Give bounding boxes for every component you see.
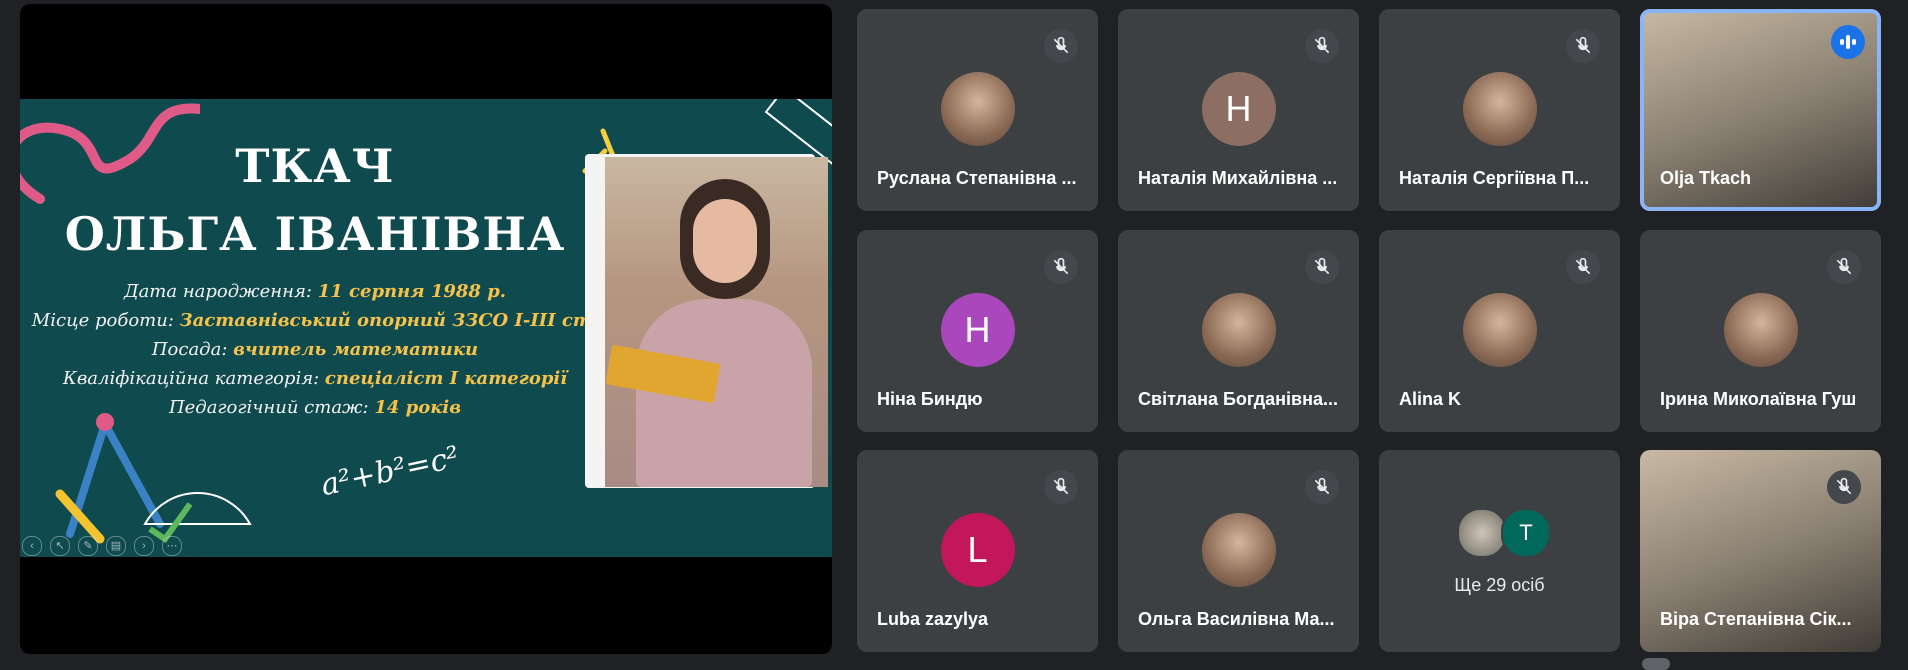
participant-name: Ірина Миколаївна Гуш xyxy=(1660,389,1857,409)
info-value: 11 серпня 1988 р. xyxy=(317,281,507,302)
avatar xyxy=(1462,72,1537,146)
mic-off-icon xyxy=(1566,29,1600,63)
info-value: Заставнівський опорний ЗЗСО І-ІІІ ст. xyxy=(179,310,599,331)
participant-tile[interactable]: Ірина Миколаївна Гуш xyxy=(1640,230,1881,432)
info-label: Посада: xyxy=(151,339,234,360)
next-slide-icon[interactable]: › xyxy=(134,536,154,556)
scroll-indicator[interactable] xyxy=(1642,658,1670,670)
participant-tile[interactable]: Н Ніна Биндю xyxy=(857,230,1098,432)
avatar: T xyxy=(1501,508,1551,558)
info-value: вчитель математики xyxy=(233,339,479,360)
participant-tile[interactable]: Olja Tkach xyxy=(1640,9,1881,211)
participant-tile[interactable]: Світлана Богданівна... xyxy=(1118,230,1359,432)
participant-tile[interactable]: T Ще 29 осіб xyxy=(1379,450,1620,652)
info-label: Дата народження: xyxy=(123,281,318,302)
mic-off-icon xyxy=(1044,470,1078,504)
participant-name: Наталія Сергіївна П... xyxy=(1399,168,1590,188)
info-value: 14 років xyxy=(374,397,462,418)
info-row-position: Посада: вчитель математики xyxy=(20,339,610,360)
mic-off-icon xyxy=(1827,470,1861,504)
slide-controls: ‹ ↖ ✎ ▤ › ⋯ xyxy=(22,536,182,556)
slide-surname: ТКАЧ xyxy=(235,139,395,193)
participant-tile[interactable]: Руслана Степанівна ... xyxy=(857,9,1098,211)
mic-off-icon xyxy=(1827,250,1861,284)
participant-name: Alina K xyxy=(1399,389,1462,409)
slides-menu-icon[interactable]: ▤ xyxy=(106,536,126,556)
avatar xyxy=(1201,293,1276,367)
participant-name: Світлана Богданівна... xyxy=(1138,389,1338,409)
mic-off-icon xyxy=(1305,470,1339,504)
info-label: Кваліфікаційна категорія: xyxy=(62,368,325,389)
more-participants-label: Ще 29 осіб xyxy=(1454,575,1545,595)
participant-name: Наталія Михайлівна ... xyxy=(1138,168,1338,188)
avatar xyxy=(1723,293,1798,367)
info-row-workplace: Місце роботи: Заставнівський опорний ЗЗС… xyxy=(20,310,610,331)
participant-tile[interactable]: Alina K xyxy=(1379,230,1620,432)
pen-icon[interactable]: ✎ xyxy=(78,536,98,556)
participant-name: Ольга Василівна Ма... xyxy=(1138,609,1335,629)
avatar: Н xyxy=(1201,72,1276,146)
math-formula: a²+b²=c² xyxy=(317,439,463,504)
info-value: спеціаліст І категорії xyxy=(324,368,568,389)
avatar xyxy=(1457,508,1507,558)
previous-slide-icon[interactable]: ‹ xyxy=(22,536,42,556)
teacher-face xyxy=(693,199,757,283)
mic-off-icon xyxy=(1305,250,1339,284)
geometry-tools-decoration xyxy=(55,413,252,544)
participant-tile[interactable]: Наталія Сергіївна П... xyxy=(1379,9,1620,211)
presentation-panel[interactable]: ТКАЧ ОЛЬГА ІВАНІВНА Дата народження: 11 … xyxy=(20,4,832,654)
info-label: Місце роботи: xyxy=(31,310,180,331)
presentation-slide: ТКАЧ ОЛЬГА ІВАНІВНА Дата народження: 11 … xyxy=(20,99,832,557)
mic-off-icon xyxy=(1044,250,1078,284)
mic-off-icon xyxy=(1044,29,1078,63)
info-row-birthdate: Дата народження: 11 серпня 1988 р. xyxy=(20,281,610,302)
avatar xyxy=(1201,513,1276,587)
participant-tile[interactable]: Ольга Василівна Ма... xyxy=(1118,450,1359,652)
participant-name: Ніна Биндю xyxy=(877,389,983,409)
participant-name: Luba zazylya xyxy=(877,609,989,629)
avatar: Н xyxy=(940,293,1015,367)
avatar xyxy=(1462,293,1537,367)
mic-off-icon xyxy=(1305,29,1339,63)
participant-name: Віра Степанівна Сік... xyxy=(1660,609,1852,629)
participant-name: Руслана Степанівна ... xyxy=(877,168,1077,188)
audio-level-icon xyxy=(1831,25,1865,59)
mic-off-icon xyxy=(1566,250,1600,284)
participant-name: Olja Tkach xyxy=(1660,168,1752,188)
more-options-icon[interactable]: ⋯ xyxy=(162,536,182,556)
avatar: L xyxy=(940,513,1015,587)
participant-tile[interactable]: Віра Степанівна Сік... xyxy=(1640,450,1881,652)
participant-tile[interactable]: L Luba zazylya xyxy=(857,450,1098,652)
avatar xyxy=(940,72,1015,146)
more-participants-avatars: T xyxy=(1457,508,1551,558)
participant-tile[interactable]: Н Наталія Михайлівна ... xyxy=(1118,9,1359,211)
info-row-category: Кваліфікаційна категорія: спеціаліст І к… xyxy=(20,368,610,389)
pointer-icon[interactable]: ↖ xyxy=(50,536,70,556)
slide-full-name: ОЛЬГА ІВАНІВНА xyxy=(64,207,566,261)
